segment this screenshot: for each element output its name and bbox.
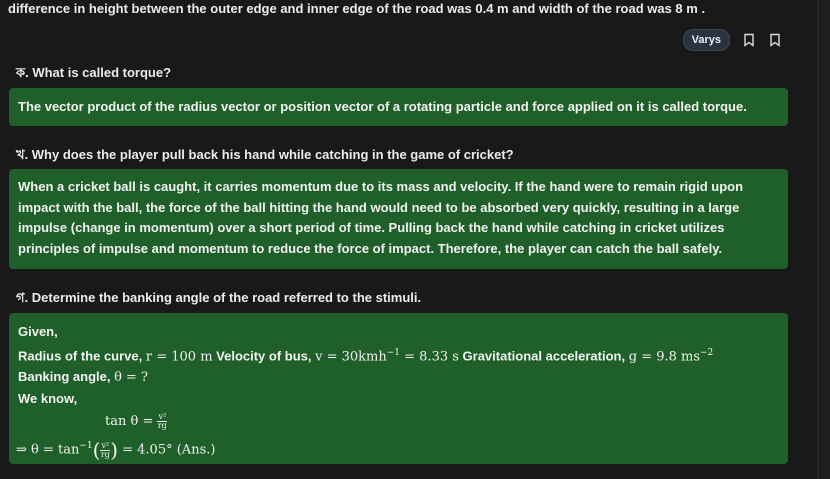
given-line: Radius of the curve, r = 100 m Velocity … (18, 343, 779, 368)
we-know-label: We know, (18, 390, 78, 406)
question-prefix: খ. (16, 147, 29, 162)
gravity-label: Gravitational acceleration, (458, 347, 629, 363)
equation-lhs: tan θ = (105, 414, 158, 430)
scrollbar-track[interactable] (817, 0, 830, 479)
question-text: Determine the banking angle of the road … (31, 290, 422, 305)
question-ga: গ. Determine the banking angle of the ro… (16, 289, 421, 310)
question-prefix: ক. (16, 65, 29, 80)
toolbar: Varys (682, 29, 782, 51)
varys-badge[interactable]: Varys (682, 29, 730, 51)
answer-ga: Given, Radius of the curve, r = 100 m Ve… (9, 313, 788, 464)
bookmark-icon[interactable] (742, 33, 756, 47)
question-prefix: গ. (16, 290, 29, 305)
banking-line: Banking angle, θ = ? (18, 367, 779, 389)
answer-line: When a cricket ball is caught, it carrie… (18, 179, 744, 194)
open-paren: ( (92, 438, 101, 463)
fraction: v² rg (157, 413, 168, 431)
flag-icon[interactable] (768, 33, 782, 47)
banking-label: Banking angle, (18, 369, 115, 385)
equation-lhs: ⇒ θ = tan (16, 442, 80, 458)
equation-theta: ⇒ θ = tan−1(v² rg) = 4.05° (Ans.) (16, 433, 779, 463)
question-text: What is called torque? (32, 65, 172, 80)
gravity-exponent: −2 (700, 347, 714, 358)
question-ka: ক. What is called torque? (16, 64, 171, 85)
radius-label: Radius of the curve, (18, 347, 146, 363)
velocity-converted: = 8.33 s (400, 348, 459, 364)
stimulus-text: difference in height between the outer e… (8, 1, 706, 16)
answer-line: principles of impulse and momentum to re… (18, 240, 723, 256)
fraction-denominator: rg (157, 421, 167, 431)
answer-line: impulse (change in momentum) over a shor… (18, 220, 725, 235)
velocity-label: Velocity of bus, (212, 347, 316, 363)
gravity-value: g = 9.8 ms (628, 348, 701, 364)
fraction: v² rg (100, 441, 111, 459)
answer-line: impact with the ball, the force of the b… (18, 199, 740, 215)
fraction-denominator: rg (100, 449, 110, 459)
answer-text: The vector product of the radius vector … (18, 99, 747, 114)
close-paren: ) (110, 438, 118, 463)
velocity-value: v = 30kmh (315, 348, 387, 364)
inverse-exponent: −1 (79, 441, 93, 452)
banking-value: θ = ? (114, 370, 149, 386)
equation-tan: tan θ = v² rg (105, 411, 779, 433)
velocity-exponent: −1 (386, 347, 401, 358)
equation-result: = 4.05° (Ans.) (118, 442, 216, 458)
answer-kha: When a cricket ball is caught, it carrie… (9, 169, 788, 269)
answer-ka: The vector product of the radius vector … (9, 88, 788, 126)
question-kha: খ. Why does the player pull back his han… (16, 146, 514, 167)
radius-value: r = 100 m (145, 348, 213, 364)
question-text: Why does the player pull back his hand w… (31, 147, 514, 162)
given-label: Given, (18, 324, 58, 339)
